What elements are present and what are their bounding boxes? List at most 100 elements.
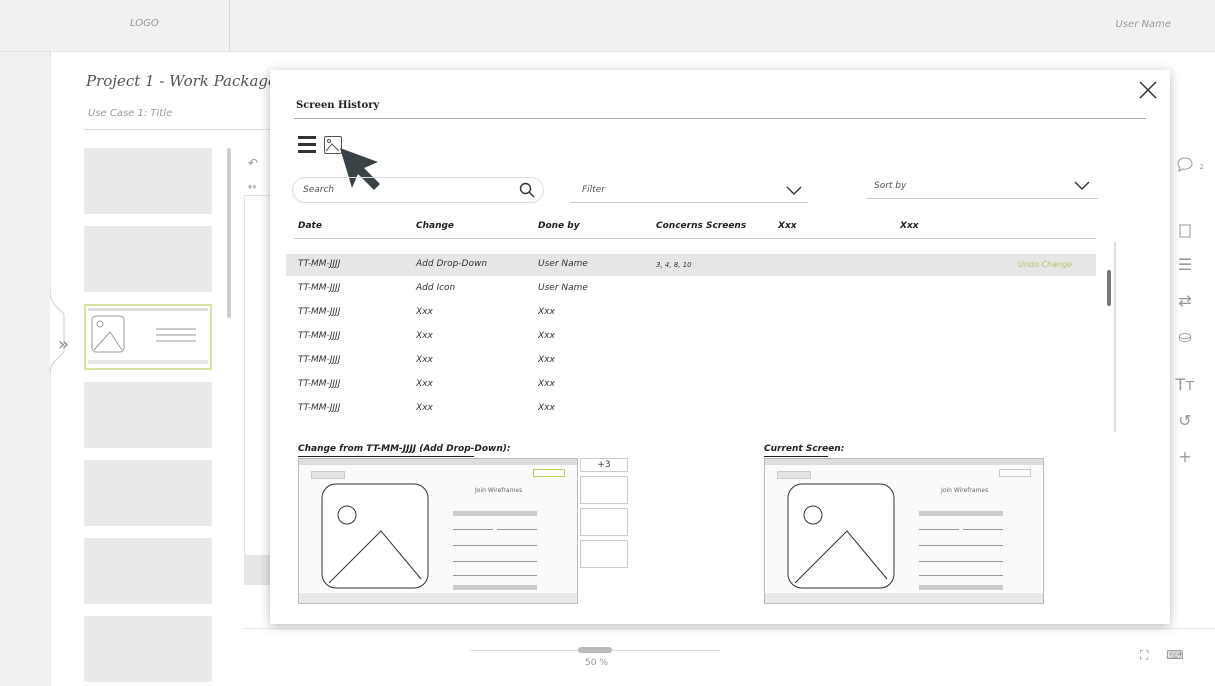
screen-thumbnail-active[interactable] (84, 304, 212, 370)
preview-input-line (919, 545, 1003, 546)
trash-icon[interactable] (1170, 211, 1200, 247)
cell-date: TT-MM-JJJJ (298, 259, 341, 269)
preview-heading: Join Wireframes (941, 487, 989, 494)
table-row[interactable]: TT-MM-JJJJ Xxx Xxx (286, 326, 1096, 348)
table-row[interactable]: TT-MM-JJJJ Add Icon User Name (286, 278, 1096, 300)
preview-dropdown (999, 469, 1031, 477)
cell-date: TT-MM-JJJJ (298, 379, 341, 389)
mini-preview[interactable] (580, 540, 628, 568)
comment-count-badge: 2 (1199, 163, 1204, 171)
user-name[interactable]: User Name (1116, 19, 1171, 30)
table-row[interactable]: TT-MM-JJJJ Xxx Xxx (286, 398, 1096, 420)
change-preview[interactable]: Join Wireframes (298, 458, 578, 604)
screen-thumbnail[interactable] (84, 382, 212, 448)
screen-thumbnail[interactable] (84, 148, 212, 214)
preview-heading: Join Wireframes (475, 487, 523, 494)
screen-thumbnails (84, 148, 214, 686)
preview-input-line (453, 545, 537, 546)
search-placeholder: Search (303, 185, 335, 195)
column-header-xxx[interactable]: Xxx (900, 221, 919, 231)
search-input[interactable]: Search (292, 177, 544, 203)
current-screen-preview[interactable]: Join Wireframes (764, 458, 1044, 604)
cell-change: Xxx (416, 403, 433, 413)
paint-bucket-icon[interactable]: ⛀ (1170, 319, 1200, 355)
thumbnail-scrollbar[interactable] (227, 148, 231, 318)
screen-thumbnail[interactable] (84, 616, 212, 682)
image-placeholder-icon (321, 483, 429, 589)
column-header-concerns-screens[interactable]: Concerns Screens (656, 221, 746, 231)
cell-change: Add Drop-Down (416, 259, 488, 269)
preview-new-dropdown (533, 469, 565, 477)
preview-browser-bar (299, 459, 577, 465)
logo-area: LOGO (50, 0, 230, 52)
keyboard-icon[interactable]: ⌨ (1166, 648, 1183, 662)
screen-thumbnail[interactable] (84, 226, 212, 292)
table-scrollbar-track (1114, 242, 1116, 432)
cell-done-by: Xxx (538, 307, 555, 317)
cell-change: Add Icon (416, 283, 456, 293)
cell-change: Xxx (416, 379, 433, 389)
preview-input-line (453, 529, 493, 530)
table-row[interactable]: TT-MM-JJJJ Xxx Xxx (286, 350, 1096, 372)
cell-done-by: User Name (538, 283, 588, 293)
use-case-title-placeholder: Use Case 1: Title (88, 108, 173, 119)
mini-preview[interactable] (580, 508, 628, 536)
search-icon[interactable] (519, 182, 535, 198)
cell-change: Xxx (416, 331, 433, 341)
zoom-level: 50 % (585, 658, 608, 668)
preview-input-line (453, 561, 537, 562)
filter-dropdown[interactable]: Filter (570, 177, 808, 203)
comment-icon[interactable]: 2 (1170, 145, 1204, 181)
table-row[interactable]: TT-MM-JJJJ Xxx Xxx (286, 374, 1096, 396)
project-title: Project 1 - Work Package 1 (86, 72, 292, 90)
column-header-xxx[interactable]: Xxx (778, 221, 797, 231)
table-row[interactable]: TT-MM-JJJJ Xxx Xxx (286, 302, 1096, 324)
left-right-arrow-icon[interactable]: ↔ (248, 182, 256, 193)
double-chevron-right-icon[interactable]: » (58, 334, 69, 355)
fullscreen-icon[interactable]: ⛶ (1140, 648, 1148, 662)
modal-title-underline (294, 118, 1146, 119)
undo-arrow-icon[interactable]: ↶ (248, 156, 258, 170)
filter-label: Filter (582, 185, 605, 195)
column-header-change[interactable]: Change (416, 221, 454, 231)
undo-change-link[interactable]: Undo Change (1018, 260, 1072, 269)
column-header-done-by[interactable]: Done by (538, 221, 580, 231)
history-icon[interactable]: ↺ (1170, 403, 1200, 439)
text-size-icon[interactable]: Tт (1170, 367, 1200, 403)
preview-submit (453, 585, 537, 590)
left-rail (0, 52, 50, 686)
top-bar: LOGO User Name (0, 0, 1215, 52)
column-header-date[interactable]: Date (298, 221, 322, 231)
table-scrollbar[interactable] (1107, 270, 1111, 306)
preview-footer (299, 593, 577, 603)
mini-preview[interactable] (580, 476, 628, 504)
modal-title: Screen History (296, 100, 380, 111)
more-changes-stack[interactable]: +3 (580, 458, 628, 570)
zoom-slider-handle[interactable] (578, 647, 612, 653)
use-case-title-field[interactable]: Use Case 1: Title (84, 100, 274, 130)
sort-dropdown[interactable]: Sort by (866, 173, 1098, 199)
preview-input-line (963, 529, 1003, 530)
screen-thumbnail[interactable] (84, 460, 212, 526)
close-icon[interactable] (1136, 78, 1160, 102)
swap-arrows-icon[interactable]: ⇄ (1170, 283, 1200, 319)
cell-done-by: Xxx (538, 355, 555, 365)
cell-date: TT-MM-JJJJ (298, 355, 341, 365)
numbered-list-icon[interactable]: ☰ (1170, 247, 1200, 283)
current-screen-title: Current Screen: (764, 444, 845, 454)
screen-thumbnail[interactable] (84, 538, 212, 604)
change-title-underline (298, 456, 474, 457)
preview-submit (919, 585, 1003, 590)
list-view-icon[interactable] (298, 136, 318, 154)
chevron-down-icon (1074, 181, 1090, 190)
cell-date: TT-MM-JJJJ (298, 307, 341, 317)
cell-change: Xxx (416, 307, 433, 317)
table-row[interactable]: TT-MM-JJJJ Add Drop-Down User Name 3, 4,… (286, 254, 1096, 276)
preview-input-line (919, 561, 1003, 562)
preview-input-line (919, 529, 959, 530)
plus-icon[interactable]: + (1170, 439, 1200, 475)
image-placeholder-icon (787, 483, 895, 589)
logo[interactable]: LOGO (130, 18, 159, 29)
preview-footer (765, 593, 1043, 603)
sort-label: Sort by (874, 181, 907, 191)
